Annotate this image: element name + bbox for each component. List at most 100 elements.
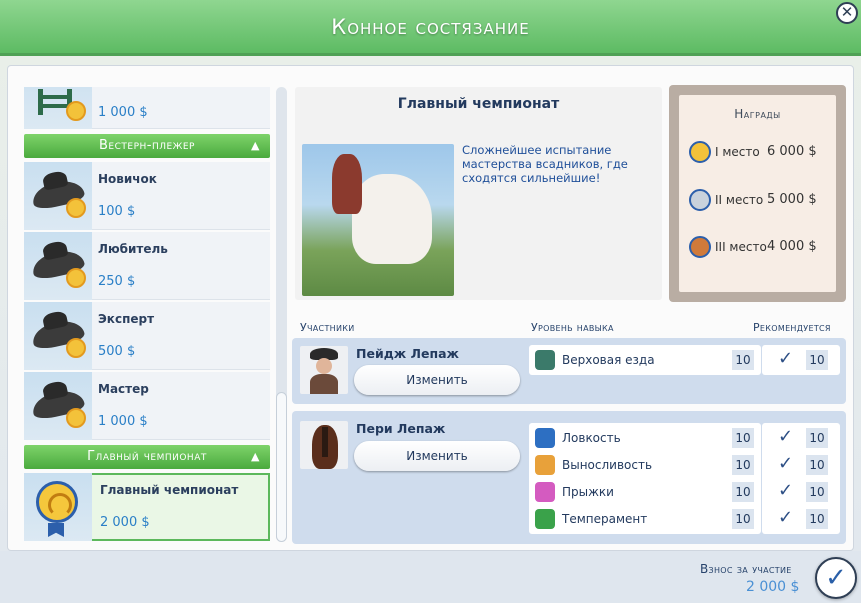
participant-name: Пейдж Лепаж <box>356 346 459 361</box>
rewards-panel: Награды I место 6 000 $ II место 5 000 $… <box>669 85 846 302</box>
skill-name: Темперамент <box>562 512 648 526</box>
item-name: Эксперт <box>98 312 155 326</box>
confirm-button[interactable]: ✓ <box>815 557 857 599</box>
skill-name: Ловкость <box>562 431 621 445</box>
title-bar: Конное состязание <box>0 0 861 56</box>
gold-medal-icon <box>66 338 86 358</box>
item-price: 250 $ <box>98 274 136 289</box>
body-icon <box>310 374 338 394</box>
list-item-championship[interactable]: Главный чемпионат 2 000 $ <box>24 473 270 541</box>
gold-medal-icon <box>66 268 86 288</box>
item-name: Мастер <box>98 382 149 396</box>
item-thumbnail <box>24 87 92 129</box>
item-name: Любитель <box>98 242 168 256</box>
reward-row-first: I место 6 000 $ <box>689 139 829 165</box>
recommended-level: 10 <box>806 482 828 502</box>
scrollbar-thumb[interactable] <box>276 392 287 542</box>
skill-name: Прыжки <box>562 485 614 499</box>
category-header-championship[interactable]: Главный чемпионат ▲ <box>24 445 270 469</box>
item-thumbnail <box>24 302 92 370</box>
check-icon: ✓ <box>778 480 794 501</box>
gold-medal-icon <box>66 408 86 428</box>
skill-level: 10 <box>732 350 754 370</box>
item-price: 500 $ <box>98 344 136 359</box>
participant-name: Пери Лепаж <box>356 421 446 436</box>
item-thumbnail <box>24 232 92 300</box>
item-name: Главный чемпионат <box>100 483 239 497</box>
reward-place: III место <box>715 240 767 254</box>
reward-place: I место <box>715 145 760 159</box>
window-title: Конное состязание <box>331 14 530 39</box>
check-icon: ✓ <box>778 426 794 447</box>
silver-medal-icon <box>689 189 711 211</box>
rider-avatar <box>300 346 348 394</box>
item-name: Новичок <box>98 172 157 186</box>
gold-medal-icon <box>689 141 711 163</box>
event-detail-panel: Главный чемпионат Сложнейшее испытание м… <box>295 87 662 300</box>
event-list: 1 000 $ Вестерн-плежер ▲ Новичок 100 $ Л… <box>24 87 270 542</box>
reward-amount: 4 000 $ <box>767 239 817 254</box>
item-thumbnail <box>24 473 92 541</box>
participants-header: Участники <box>300 321 355 334</box>
category-title: Вестерн-плежер <box>99 138 195 153</box>
skill-row: Прыжки 10 <box>529 479 761 505</box>
event-image <box>302 144 454 296</box>
entry-fee-label: Взнос за участие <box>700 562 792 576</box>
list-item[interactable]: 1 000 $ <box>24 87 270 129</box>
skill-row: Верховая езда 10 <box>529 347 761 373</box>
jumping-icon <box>535 482 555 502</box>
rewards-board: Награды I место 6 000 $ II место 5 000 $… <box>679 95 836 292</box>
recommended-level: 10 <box>806 455 828 475</box>
item-price: 100 $ <box>98 204 136 219</box>
event-title: Главный чемпионат <box>397 96 560 112</box>
skill-row: Темперамент 10 <box>529 506 761 532</box>
item-thumbnail <box>24 372 92 440</box>
horse-image <box>352 174 432 264</box>
skill-level: 10 <box>732 428 754 448</box>
skill-row: Ловкость 10 <box>529 425 761 451</box>
agility-icon <box>535 428 555 448</box>
reward-row-second: II место 5 000 $ <box>689 187 829 213</box>
list-item-amateur[interactable]: Любитель 250 $ <box>24 232 270 300</box>
skill-name: Выносливость <box>562 458 653 472</box>
list-item-novice[interactable]: Новичок 100 $ <box>24 162 270 230</box>
championship-medal-icon <box>36 481 78 523</box>
chevron-up-icon: ▲ <box>251 139 260 152</box>
recommended-level: 10 <box>806 350 828 370</box>
skills-box: Ловкость 10 Выносливость 10 Прыжки 10 Те… <box>529 423 761 534</box>
rider-image <box>332 154 362 214</box>
recommended-level: 10 <box>806 428 828 448</box>
reward-amount: 6 000 $ <box>767 144 817 159</box>
check-icon: ✓ <box>778 453 794 474</box>
recommended-box: ✓ 10 ✓ 10 ✓ 10 ✓ 10 <box>762 423 840 534</box>
riding-icon <box>535 350 555 370</box>
participant-card-rider: Пейдж Лепаж Изменить Верховая езда 10 ✓ … <box>292 338 846 404</box>
skill-name: Верховая езда <box>562 353 655 367</box>
item-price: 1 000 $ <box>98 105 148 120</box>
gold-medal-icon <box>66 101 86 121</box>
check-icon: ✓ <box>778 507 794 528</box>
rewards-title: Награды <box>734 107 781 121</box>
event-description: Сложнейшее испытание мастерства всаднико… <box>462 143 628 185</box>
item-price: 1 000 $ <box>98 414 148 429</box>
list-scrollbar[interactable] <box>276 87 287 542</box>
item-thumbnail <box>24 162 92 230</box>
change-horse-button[interactable]: Изменить <box>354 441 520 471</box>
close-button[interactable]: ✕ <box>836 2 858 24</box>
entry-fee-amount: 2 000 $ <box>746 579 800 595</box>
endurance-icon <box>535 455 555 475</box>
ribbon-icon <box>48 523 64 537</box>
change-rider-button[interactable]: Изменить <box>354 365 520 395</box>
participant-card-horse: Пери Лепаж Изменить Ловкость 10 Вынослив… <box>292 411 846 544</box>
mane-icon <box>322 427 328 457</box>
skill-level: 10 <box>732 482 754 502</box>
skill-level: 10 <box>732 509 754 529</box>
recommended-box: ✓ 10 <box>762 345 840 375</box>
reward-place: II место <box>715 193 764 207</box>
list-item-expert[interactable]: Эксперт 500 $ <box>24 302 270 370</box>
chevron-up-icon: ▲ <box>251 450 260 463</box>
reward-row-third: III место 4 000 $ <box>689 234 829 260</box>
list-item-master[interactable]: Мастер 1 000 $ <box>24 372 270 440</box>
gold-medal-icon <box>66 198 86 218</box>
category-header-western[interactable]: Вестерн-плежер ▲ <box>24 134 270 158</box>
